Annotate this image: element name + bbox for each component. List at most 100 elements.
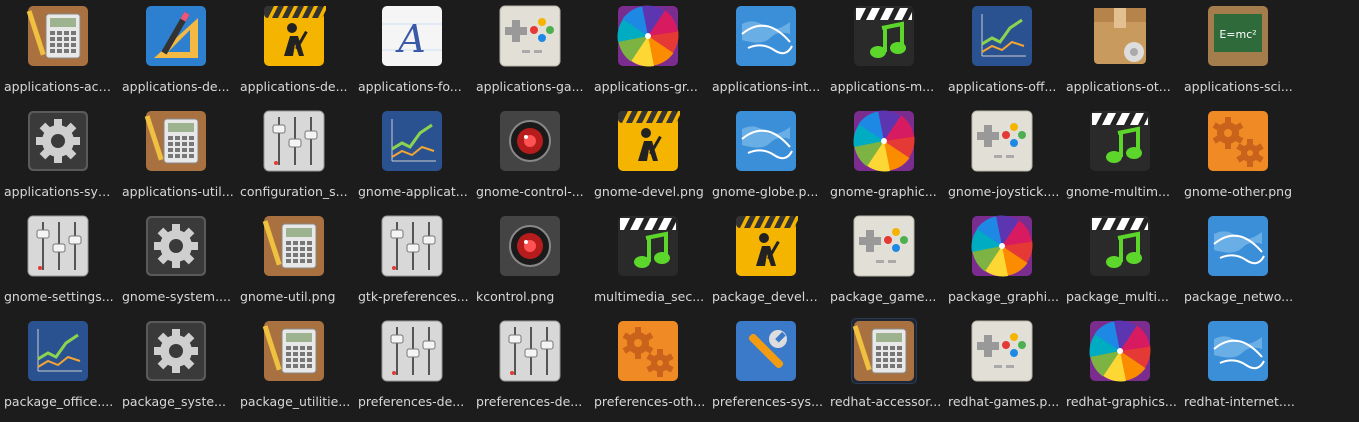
file-item[interactable]: gnome-other.png	[1180, 105, 1298, 210]
file-label: preferences-de...	[476, 394, 583, 409]
file-label: configuration_s...	[240, 184, 348, 199]
sliders-icon	[26, 214, 90, 278]
construction-worker-icon	[734, 214, 798, 278]
calculator-icon	[262, 319, 326, 383]
gamepad-icon	[498, 4, 562, 68]
construction-worker-icon	[616, 109, 680, 173]
file-item[interactable]: preferences-sys...	[708, 315, 826, 420]
file-label: package_syste...	[122, 394, 226, 409]
chart-icon	[380, 109, 444, 173]
file-item[interactable]: gnome-settings...	[0, 210, 118, 315]
music-clapper-icon	[1088, 109, 1152, 173]
gamepad-icon	[970, 109, 1034, 173]
file-label: gnome-util.png	[240, 289, 336, 304]
chart-icon	[970, 4, 1034, 68]
chart-icon	[26, 319, 90, 383]
file-label: kcontrol.png	[476, 289, 555, 304]
file-item[interactable]: E=mc² applications-sci...	[1180, 0, 1298, 105]
file-item[interactable]: package_office....	[0, 315, 118, 420]
color-wheel-icon	[616, 4, 680, 68]
file-item[interactable]: applications-off...	[944, 0, 1062, 105]
file-item[interactable]: gnome-system....	[118, 210, 236, 315]
wrench-icon	[734, 319, 798, 383]
file-label: preferences-oth...	[594, 394, 706, 409]
svg-text:E=mc²: E=mc²	[1219, 28, 1256, 41]
sliders-icon	[262, 109, 326, 173]
file-item[interactable]: applications-ga...	[472, 0, 590, 105]
file-item[interactable]: applications-de...	[118, 0, 236, 105]
red-eye-icon	[498, 214, 562, 278]
file-label: package_utilitie...	[240, 394, 351, 409]
file-item[interactable]: applications-sys...	[0, 105, 118, 210]
file-item[interactable]: configuration_s...	[236, 105, 354, 210]
file-label: package_graphi...	[948, 289, 1060, 304]
file-label: gtk-preferences...	[358, 289, 469, 304]
file-item[interactable]: kcontrol.png	[472, 210, 590, 315]
file-item[interactable]: package_multi...	[1062, 210, 1180, 315]
gear-icon	[144, 319, 208, 383]
file-item[interactable]: package_game...	[826, 210, 944, 315]
file-item[interactable]: Aapplications-fo...	[354, 0, 472, 105]
globe-icon	[1206, 319, 1270, 383]
file-item[interactable]: gnome-joystick....	[944, 105, 1062, 210]
file-item[interactable]: gnome-globe.p...	[708, 105, 826, 210]
file-label: preferences-de...	[358, 394, 465, 409]
file-label: applications-ga...	[476, 79, 584, 94]
globe-icon	[734, 109, 798, 173]
file-label: applications-acc...	[4, 79, 116, 94]
construction-worker-icon	[262, 4, 326, 68]
file-label: package_game...	[830, 289, 937, 304]
file-item[interactable]: gnome-control-...	[472, 105, 590, 210]
file-label: gnome-system....	[122, 289, 231, 304]
file-item[interactable]: applications-gr...	[590, 0, 708, 105]
file-item[interactable]: package_graphi...	[944, 210, 1062, 315]
file-label: multimedia_sec...	[594, 289, 705, 304]
globe-icon	[1206, 214, 1270, 278]
file-label: gnome-devel.png	[594, 184, 704, 199]
file-label: redhat-internet....	[1184, 394, 1295, 409]
music-clapper-icon	[616, 214, 680, 278]
file-item[interactable]: redhat-internet....	[1180, 315, 1298, 420]
file-label: gnome-other.png	[1184, 184, 1293, 199]
file-label: applications-gr...	[594, 79, 698, 94]
file-item[interactable]: gnome-graphic...	[826, 105, 944, 210]
gear-icon	[26, 109, 90, 173]
font-icon: A	[380, 4, 444, 68]
gamepad-icon	[970, 319, 1034, 383]
file-label: redhat-graphics...	[1066, 394, 1177, 409]
file-label: redhat-games.p...	[948, 394, 1060, 409]
file-item[interactable]: package_netwo...	[1180, 210, 1298, 315]
orange-gears-icon	[1206, 109, 1270, 173]
file-label: applications-sys...	[4, 184, 116, 199]
file-item[interactable]: preferences-de...	[472, 315, 590, 420]
file-item[interactable]: gnome-applicat...	[354, 105, 472, 210]
file-label: applications-off...	[948, 79, 1057, 94]
file-item[interactable]: applications-acc...	[0, 0, 118, 105]
file-item[interactable]: applications-ot...	[1062, 0, 1180, 105]
file-item[interactable]: gnome-devel.png	[590, 105, 708, 210]
file-item[interactable]: multimedia_sec...	[590, 210, 708, 315]
file-label: package_develo...	[712, 289, 824, 304]
calculator-icon	[144, 109, 208, 173]
svg-text:A: A	[395, 17, 425, 61]
orange-gears-icon	[616, 319, 680, 383]
file-item[interactable]: package_syste...	[118, 315, 236, 420]
file-item[interactable]: applications-de...	[236, 0, 354, 105]
file-label: gnome-globe.p...	[712, 184, 819, 199]
file-item[interactable]: applications-m...	[826, 0, 944, 105]
file-item[interactable]: package_develo...	[708, 210, 826, 315]
file-item[interactable]: redhat-games.p...	[944, 315, 1062, 420]
file-item[interactable]: gnome-multim...	[1062, 105, 1180, 210]
file-item[interactable]: applications-int...	[708, 0, 826, 105]
file-item[interactable]: preferences-de...	[354, 315, 472, 420]
file-item[interactable]: redhat-accessor...	[826, 315, 944, 420]
file-item[interactable]: gnome-util.png	[236, 210, 354, 315]
file-item[interactable]: preferences-oth...	[590, 315, 708, 420]
file-item[interactable]: package_utilitie...	[236, 315, 354, 420]
file-label: package_netwo...	[1184, 289, 1294, 304]
file-item[interactable]: applications-util...	[118, 105, 236, 210]
file-item[interactable]: redhat-graphics...	[1062, 315, 1180, 420]
design-tools-icon	[144, 4, 208, 68]
file-item[interactable]: gtk-preferences...	[354, 210, 472, 315]
file-label: gnome-multim...	[1066, 184, 1170, 199]
